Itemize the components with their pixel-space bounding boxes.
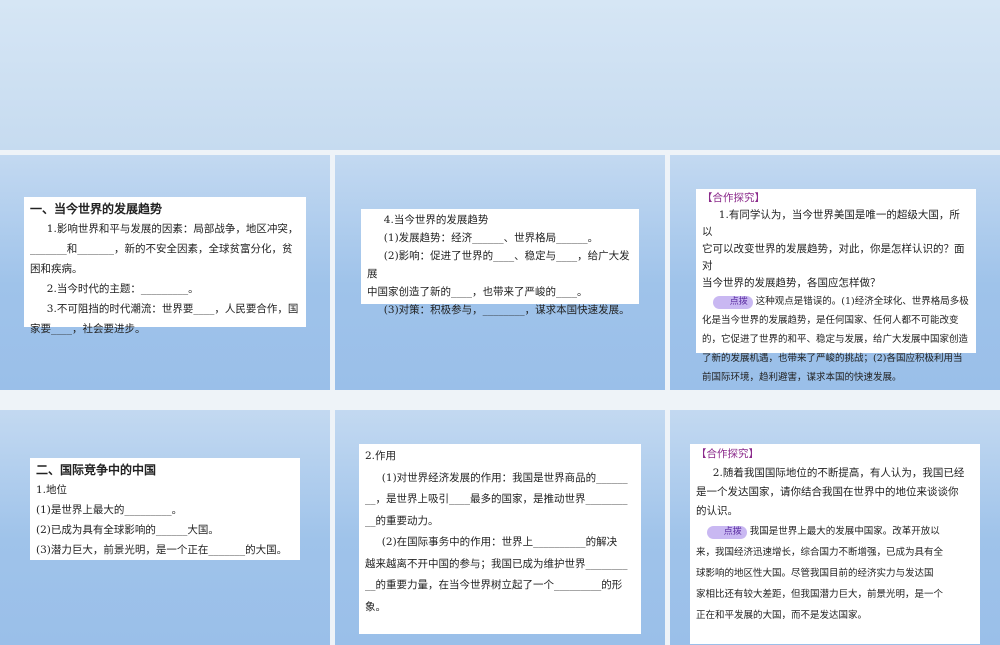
slide-5-card: 2.作用 (1)对世界经济发展的作用：我国是世界商品的______ __，是世界… xyxy=(359,444,641,634)
section-heading: 一、当今世界的发展趋势 xyxy=(30,202,163,216)
text-line: 2.当今时代的主题：_________。 xyxy=(46,283,199,295)
question-line: 是一个发达国家，请你结合我国在世界中的地位来谈谈你 xyxy=(696,486,959,498)
answer-line: 的，它促进了世界的和平、稳定与发展，给广大发展中国家创造 xyxy=(702,334,969,345)
text-line: 越来越离不开中国的参与；我国已成为维护世界________ xyxy=(365,557,628,570)
question-line: 2.随着我国国际地位的不断提高，有人认为，我国已经 xyxy=(712,467,965,479)
question-line: 的认识。 xyxy=(696,505,738,517)
answer-line: 家相比还有较大差距，但我国潜力巨大，前景光明，是一个 xyxy=(696,589,944,600)
answer-line: 这种观点是错误的。(1)经济全球化、世界格局多极 xyxy=(755,296,969,307)
text-line: (2)在国际事务中的作用：世界上__________的解决 xyxy=(381,536,618,548)
slide-6-card: 【合作探究】 2.随着我国国际地位的不断提高，有人认为，我国已经 是一个发达国家… xyxy=(690,444,980,644)
slide-4[interactable]: 二、国际竞争中的中国 1.地位 (1)是世界上最大的_________。 (2)… xyxy=(0,410,330,645)
cooperation-tag: 【合作探究】 xyxy=(702,192,765,204)
slide-1[interactable]: 一、当今世界的发展趋势 1.影响世界和平与发展的因素：局部战争，地区冲突， __… xyxy=(0,155,330,390)
text-line: (1)对世界经济发展的作用：我国是世界商品的______ xyxy=(381,471,628,484)
question-line: 它可以改变世界的发展趋势，对此，你是怎样认识的？面对 xyxy=(702,243,965,272)
text-line: 困和疾病。 xyxy=(30,263,83,275)
question-line: 当今世界的发展趋势，各国应怎样做？ xyxy=(702,277,881,289)
question-line: 1.有同学认为，当今世界美国是唯一的超级大国，所以 xyxy=(702,209,960,238)
answer-line: 化是当今世界的发展趋势，是任何国家、任何人都不可能改变 xyxy=(702,315,959,326)
text-line: 3.不可阻挡的时代潮流：世界要____，人民要合作，国 xyxy=(46,303,299,315)
slide-2[interactable]: 4.当今世界的发展趋势 (1)发展趋势：经济______、世界格局______。… xyxy=(335,155,665,390)
text-line: _______和_______，新的不安全因素，全球贫富分化，贫 xyxy=(30,243,293,255)
slide-3[interactable]: 【合作探究】 1.有同学认为，当今世界美国是唯一的超级大国，所以 它可以改变世界… xyxy=(670,155,1000,390)
text-line: 2.作用 xyxy=(365,450,397,462)
slide-2-card: 4.当今世界的发展趋势 (1)发展趋势：经济______、世界格局______。… xyxy=(361,209,639,316)
slide-1-card: 一、当今世界的发展趋势 1.影响世界和平与发展的因素：局部战争，地区冲突， __… xyxy=(24,197,306,335)
text-line: __的重要动力。 xyxy=(365,514,439,527)
text-line: (3)潜力巨大，前景光明，是一个正在_______的大国。 xyxy=(36,544,288,556)
slide-3-card: 【合作探究】 1.有同学认为，当今世界美国是唯一的超级大国，所以 它可以改变世界… xyxy=(696,189,976,383)
text-line: (2)已成为具有全球影响的______大国。 xyxy=(36,524,219,536)
answer-line: 正在和平发展的大国，而不是发达国家。 xyxy=(696,610,868,621)
hint-badge: 点拨 xyxy=(713,296,753,309)
text-line: (1)发展趋势：经济______、世界格局______。 xyxy=(383,232,599,244)
answer-line: 我国是世界上最大的发展中国家。改革开放以 xyxy=(749,526,940,537)
text-line: (1)是世界上最大的_________。 xyxy=(36,504,183,516)
slide-5[interactable]: 2.作用 (1)对世界经济发展的作用：我国是世界商品的______ __，是世界… xyxy=(335,410,665,645)
answer-line: 来，我国经济迅速增长，综合国力不断增强，已成为具有全 xyxy=(696,547,944,558)
slide-6[interactable]: 【合作探究】 2.随着我国国际地位的不断提高，有人认为，我国已经 是一个发达国家… xyxy=(670,410,1000,645)
text-line: (2)影响：促进了世界的____、稳定与____，给广大发展 xyxy=(367,250,630,280)
hint-badge: 点拨 xyxy=(707,526,747,539)
text-line: __，是世界上吸引____最多的国家，是推动世界________ xyxy=(365,493,628,505)
slide-4-card: 二、国际竞争中的中国 1.地位 (1)是世界上最大的_________。 (2)… xyxy=(30,458,300,560)
answer-line: 了新的发展机遇，也带来了严峻的挑战；(2)各国应积极利用当 xyxy=(702,353,963,364)
cooperation-tag: 【合作探究】 xyxy=(696,448,759,460)
answer-line: 前国际环境，趋利避害，谋求本国的快速发展。 xyxy=(702,372,902,383)
section-heading: 二、国际竞争中的中国 xyxy=(36,463,157,477)
text-line: (3)对策：积极参与，________，谋求本国快速发展。 xyxy=(383,304,630,316)
text-line: 4.当今世界的发展趋势 xyxy=(383,214,489,226)
text-line: 1.地位 xyxy=(36,484,68,496)
text-line: __的重要力量，在当今世界树立起了一个_________的形 xyxy=(365,579,623,591)
answer-line: 球影响的地区性大国。尽管我国目前的经济实力与发达国 xyxy=(696,568,934,579)
text-line: 家要____，社会要进步。 xyxy=(30,323,146,335)
text-line: 中国家创造了新的____，也带来了严峻的____。 xyxy=(367,286,588,298)
text-line: 1.影响世界和平与发展的因素：局部战争，地区冲突， xyxy=(46,223,299,235)
top-banner xyxy=(0,0,1000,150)
